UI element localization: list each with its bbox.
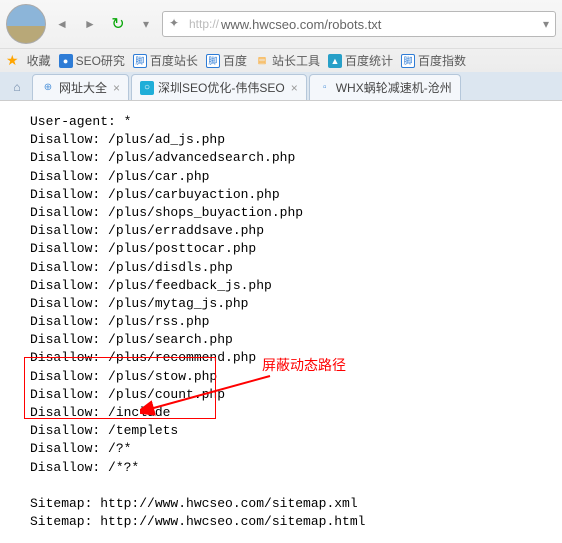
paw-icon: 脚 bbox=[401, 54, 415, 68]
bookmark-webmaster-tools[interactable]: ▤站长工具 bbox=[255, 52, 320, 69]
bookmark-label: 百度统计 bbox=[345, 52, 393, 69]
url-dropdown-icon[interactable]: ▾ bbox=[543, 17, 549, 31]
robots-line: Sitemap: http://www.hwcseo.com/sitemap.x… bbox=[30, 495, 532, 513]
robots-line: Disallow: /plus/disdls.php bbox=[30, 259, 532, 277]
bookmark-label: 百度指数 bbox=[418, 52, 466, 69]
annotation-text: 屏蔽动态路径 bbox=[262, 356, 346, 376]
tab-title: 深圳SEO优化-伟伟SEO bbox=[158, 79, 285, 96]
dropdown-icon[interactable]: ▾ bbox=[134, 12, 158, 36]
forward-button[interactable]: ► bbox=[78, 12, 102, 36]
compass-icon: ✦ bbox=[169, 16, 185, 32]
robots-line: Disallow: /plus/shops_buyaction.php bbox=[30, 204, 532, 222]
robots-line: Disallow: /templets bbox=[30, 422, 532, 440]
robots-line: Disallow: /plus/mytag_js.php bbox=[30, 295, 532, 313]
robots-line: Disallow: /*?* bbox=[30, 459, 532, 477]
url-prefix: http:// bbox=[189, 17, 219, 31]
page-content: 屏蔽动态路径 User-agent: *Disallow: /plus/ad_j… bbox=[0, 101, 562, 543]
tool-icon: ▤ bbox=[255, 54, 269, 68]
tab-title: WHX蜗轮减速机-沧州 bbox=[336, 79, 452, 96]
star-icon[interactable]: ★ bbox=[6, 52, 19, 69]
bookmark-seo[interactable]: ●SEO研究 bbox=[59, 52, 125, 69]
url-input[interactable] bbox=[221, 17, 539, 32]
robots-line: Sitemap: http://www.hwcseo.com/sitemap.h… bbox=[30, 513, 532, 531]
favorites-button[interactable]: 收藏 bbox=[27, 52, 51, 69]
paw-icon: 脚 bbox=[133, 54, 147, 68]
paw-icon: 脚 bbox=[206, 54, 220, 68]
chart-icon: ▲ bbox=[328, 54, 342, 68]
robots-line: Disallow: /include bbox=[30, 404, 532, 422]
close-icon[interactable]: × bbox=[291, 81, 298, 95]
tab-whx[interactable]: ▫ WHX蜗轮减速机-沧州 bbox=[309, 74, 461, 100]
robots-line: Disallow: /plus/erraddsave.php bbox=[30, 222, 532, 240]
robots-line: User-agent: * bbox=[30, 113, 532, 131]
robots-line: Disallow: /plus/feedback_js.php bbox=[30, 277, 532, 295]
bookmark-baidu[interactable]: 脚百度 bbox=[206, 52, 247, 69]
bookmark-bar: ★ 收藏 ●SEO研究 脚百度站长 脚百度 ▤站长工具 ▲百度统计 脚百度指数 bbox=[0, 48, 562, 72]
robots-line: Disallow: /plus/posttocar.php bbox=[30, 240, 532, 258]
robots-line: Disallow: /plus/search.php bbox=[30, 331, 532, 349]
robots-line: Disallow: /plus/carbuyaction.php bbox=[30, 186, 532, 204]
robots-line: Disallow: /plus/ad_js.php bbox=[30, 131, 532, 149]
avatar[interactable] bbox=[6, 4, 46, 44]
bookmark-baidu-index[interactable]: 脚百度指数 bbox=[401, 52, 466, 69]
home-button[interactable]: ⌂ bbox=[4, 75, 30, 99]
nav-row: ◄ ► ↻ ▾ ✦ http:// ▾ bbox=[0, 0, 562, 48]
robots-line: Disallow: /plus/rss.php bbox=[30, 313, 532, 331]
robots-line: Disallow: /?* bbox=[30, 440, 532, 458]
url-bar[interactable]: ✦ http:// ▾ bbox=[162, 11, 556, 37]
tab-title: 网址大全 bbox=[59, 79, 107, 96]
reload-button[interactable]: ↻ bbox=[106, 12, 130, 36]
site-icon: ○ bbox=[140, 81, 154, 95]
robots-line bbox=[30, 477, 532, 495]
tab-bar: ⌂ ⊕ 网址大全 × ○ 深圳SEO优化-伟伟SEO × ▫ WHX蜗轮减速机-… bbox=[0, 72, 562, 100]
bookmark-label: 站长工具 bbox=[272, 52, 320, 69]
bookmark-baidu-webmaster[interactable]: 脚百度站长 bbox=[133, 52, 198, 69]
bookmark-label: 百度 bbox=[223, 52, 247, 69]
page-icon: ▫ bbox=[318, 81, 332, 95]
browser-toolbar: ◄ ► ↻ ▾ ✦ http:// ▾ ★ 收藏 ●SEO研究 脚百度站长 脚百… bbox=[0, 0, 562, 101]
back-button[interactable]: ◄ bbox=[50, 12, 74, 36]
bookmark-baidu-stats[interactable]: ▲百度统计 bbox=[328, 52, 393, 69]
robots-line: Disallow: /plus/advancedsearch.php bbox=[30, 149, 532, 167]
tab-sites[interactable]: ⊕ 网址大全 × bbox=[32, 74, 129, 100]
bookmark-label: SEO研究 bbox=[76, 52, 125, 69]
robots-line: Disallow: /plus/count.php bbox=[30, 386, 532, 404]
close-icon[interactable]: × bbox=[113, 81, 120, 95]
globe-icon: ● bbox=[59, 54, 73, 68]
globe-icon: ⊕ bbox=[41, 81, 55, 95]
tab-seo[interactable]: ○ 深圳SEO优化-伟伟SEO × bbox=[131, 74, 307, 100]
bookmark-label: 百度站长 bbox=[150, 52, 198, 69]
robots-line: Disallow: /plus/car.php bbox=[30, 168, 532, 186]
